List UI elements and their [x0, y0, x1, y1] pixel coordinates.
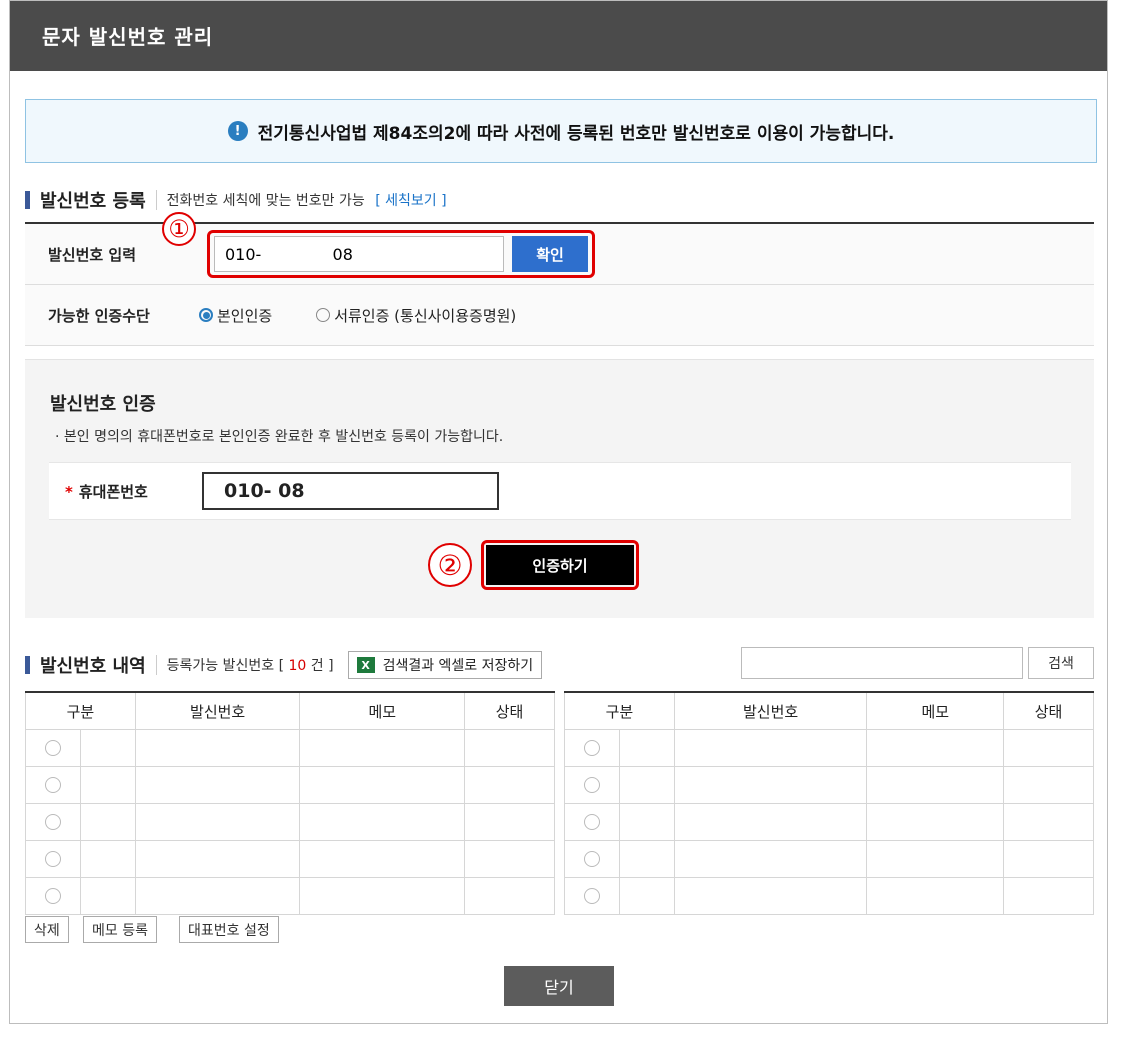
- register-subtitle-text: 전화번호 세칙에 맞는 번호만 가능: [166, 193, 365, 209]
- table-row: [25, 803, 555, 841]
- method-self-auth-label: 본인인증: [217, 306, 273, 325]
- column-header: 메모: [299, 692, 466, 730]
- phone-number-display: 010- 08: [202, 472, 499, 510]
- register-section-title: 발신번호 등록 전화번호 세칙에 맞는 번호만 가능 [ 세칙보기 ]: [25, 187, 447, 213]
- search-input[interactable]: [741, 647, 1023, 679]
- delete-button[interactable]: 삭제: [25, 916, 69, 943]
- highlight-box-1: 확인: [207, 230, 595, 278]
- table-row: [564, 803, 1094, 841]
- table-header: 구분 발신번호 메모 상태: [25, 692, 555, 730]
- history-table-right: 구분 발신번호 메모 상태: [564, 691, 1094, 915]
- phone-row: * 휴대폰번호 010- 08: [49, 462, 1071, 520]
- highlight-box-2: 인증하기: [481, 540, 639, 590]
- required-mark: *: [65, 482, 73, 501]
- table-header: 구분 발신번호 메모 상태: [564, 692, 1094, 730]
- table-row: [564, 840, 1094, 878]
- table-row: [564, 877, 1094, 915]
- column-header: 발신번호: [134, 692, 301, 730]
- row-radio[interactable]: [583, 888, 600, 904]
- history-count: 10: [288, 658, 307, 674]
- auth-description: · 본인 명의의 휴대폰번호로 본인인증 완료한 후 발신번호 등록이 가능합니…: [55, 429, 504, 445]
- history-sub-prefix: 등록가능 발신번호 [: [166, 658, 285, 674]
- auth-method-label: 가능한 인증수단: [48, 306, 150, 325]
- close-button[interactable]: 닫기: [504, 966, 614, 1006]
- phone-label-text: 휴대폰번호: [78, 482, 148, 501]
- excel-export-label: 검색결과 엑셀로 저장하기: [382, 658, 534, 674]
- verify-button[interactable]: 인증하기: [486, 545, 634, 585]
- phone-label: * 휴대폰번호: [49, 481, 202, 502]
- history-table-left: 구분 발신번호 메모 상태: [25, 691, 555, 915]
- section-bar: [25, 191, 30, 209]
- method-document-auth-label: 서류인증 (통신사이용증명원): [334, 306, 517, 325]
- auth-section: 발신번호 인증 · 본인 명의의 휴대폰번호로 본인인증 완료한 후 발신번호 …: [25, 359, 1094, 618]
- table-row: [25, 840, 555, 878]
- method-self-auth[interactable]: 본인인증: [199, 305, 272, 326]
- notice-text: 전기통신사업법 제84조의2에 따라 사전에 등록된 번호만 발신번호로 이용이…: [257, 123, 895, 144]
- table-row: [25, 766, 555, 804]
- radio-unselected-icon[interactable]: [316, 308, 331, 322]
- column-header: 상태: [1003, 692, 1094, 730]
- history-sub-suffix: 건 ]: [310, 658, 334, 674]
- row-radio[interactable]: [583, 814, 600, 830]
- column-header: 상태: [464, 692, 555, 730]
- auth-method-row: 가능한 인증수단 본인인증 서류인증 (통신사이용증명원): [25, 285, 1094, 346]
- memo-register-button[interactable]: 메모 등록: [83, 916, 157, 943]
- row-radio[interactable]: [44, 814, 61, 830]
- column-header: 발신번호: [673, 692, 868, 730]
- row-radio[interactable]: [44, 777, 61, 793]
- register-title: 발신번호 등록: [40, 191, 146, 212]
- table-row: [564, 766, 1094, 804]
- column-header: 구분: [564, 692, 675, 730]
- step-marker-2: ②: [428, 543, 472, 587]
- row-radio[interactable]: [44, 740, 61, 756]
- table-row: [564, 729, 1094, 767]
- column-header: 구분: [25, 692, 136, 730]
- register-subtitle: 전화번호 세칙에 맞는 번호만 가능 [ 세칙보기 ]: [155, 190, 447, 210]
- step-marker-1: ①: [162, 212, 196, 246]
- history-section-title: 발신번호 내역 등록가능 발신번호 [ 10 건 ] X 검색결과 엑셀로 저장…: [25, 651, 543, 679]
- auth-title: 발신번호 인증: [50, 394, 156, 415]
- history-subtitle: 등록가능 발신번호 [ 10 건 ]: [155, 655, 334, 675]
- row-radio[interactable]: [583, 740, 600, 756]
- confirm-button[interactable]: 확인: [512, 236, 588, 272]
- table-row: [25, 729, 555, 767]
- info-icon: !: [227, 121, 248, 141]
- radio-selected-icon[interactable]: [199, 308, 213, 322]
- row-radio[interactable]: [583, 777, 600, 793]
- main-number-button[interactable]: 대표번호 설정: [179, 916, 279, 943]
- excel-icon: X: [356, 657, 375, 673]
- rules-link[interactable]: [ 세칙보기 ]: [375, 193, 446, 209]
- excel-export-button[interactable]: X 검색결과 엑셀로 저장하기: [347, 651, 543, 679]
- row-radio[interactable]: [44, 851, 61, 867]
- notice-banner: ! 전기통신사업법 제84조의2에 따라 사전에 등록된 번호만 발신번호로 이…: [25, 99, 1097, 163]
- number-input-label: 발신번호 입력: [48, 245, 137, 264]
- section-bar: [25, 656, 30, 674]
- search-button[interactable]: 검색: [1028, 647, 1094, 679]
- dialog-frame: 문자 발신번호 관리 ! 전기통신사업법 제84조의2에 따라 사전에 등록된 …: [9, 0, 1108, 1024]
- method-document-auth[interactable]: 서류인증 (통신사이용증명원): [316, 305, 516, 326]
- title-bar: 문자 발신번호 관리: [10, 1, 1107, 71]
- table-row: [25, 877, 555, 915]
- row-radio[interactable]: [583, 851, 600, 867]
- window-title: 문자 발신번호 관리: [42, 25, 214, 49]
- sender-number-input[interactable]: [214, 236, 504, 272]
- column-header: 메모: [866, 692, 1005, 730]
- history-title: 발신번호 내역: [40, 656, 146, 677]
- row-radio[interactable]: [44, 888, 61, 904]
